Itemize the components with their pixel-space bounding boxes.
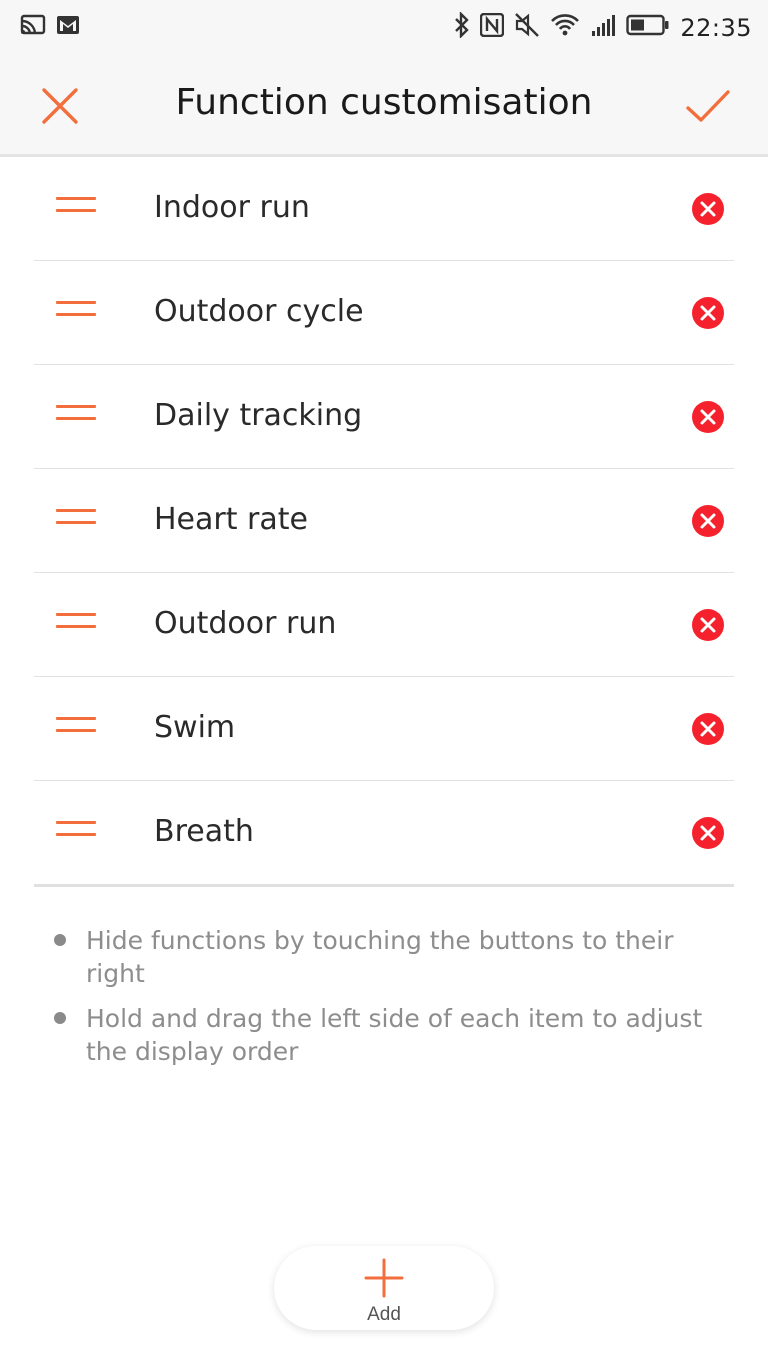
cast-icon [20, 14, 46, 41]
plus-icon [364, 1258, 404, 1298]
nfc-icon [480, 12, 505, 42]
remove-icon [692, 297, 724, 329]
battery-icon [626, 13, 670, 42]
remove-button[interactable] [692, 609, 724, 641]
function-label: Breath [154, 814, 254, 849]
remove-button[interactable] [692, 713, 724, 745]
list-item: Outdoor cycle [34, 261, 734, 365]
remove-icon [692, 609, 724, 641]
app-header: Function customisation [0, 54, 768, 157]
hint-text: Hold and drag the left side of each item… [86, 1004, 703, 1066]
list-item: Daily tracking [34, 365, 734, 469]
wifi-icon [550, 13, 580, 42]
bullet-icon [54, 1012, 66, 1024]
confirm-button[interactable] [684, 82, 732, 130]
function-label: Outdoor cycle [154, 294, 364, 329]
page-title: Function customisation [175, 82, 593, 123]
remove-button[interactable] [692, 505, 724, 537]
remove-icon [692, 401, 724, 433]
mute-icon [514, 12, 540, 43]
function-label: Swim [154, 710, 236, 745]
drag-handle-icon[interactable] [56, 613, 96, 633]
hint-item: Hold and drag the left side of each item… [52, 1002, 712, 1068]
remove-icon [692, 193, 724, 225]
drag-handle-icon[interactable] [56, 821, 96, 841]
gmail-icon [56, 15, 80, 40]
signal-icon [590, 13, 616, 42]
list-item: Swim [34, 677, 734, 781]
function-label: Daily tracking [154, 398, 363, 433]
remove-icon [692, 817, 724, 849]
remove-icon [692, 713, 724, 745]
list-item: Indoor run [34, 157, 734, 261]
remove-button[interactable] [692, 297, 724, 329]
status-bar: 22:35 [0, 0, 768, 54]
checkmark-icon [684, 90, 732, 134]
add-label: Add [367, 1304, 401, 1325]
function-label: Heart rate [154, 502, 308, 537]
remove-button[interactable] [692, 193, 724, 225]
hint-text: Hide functions by touching the buttons t… [86, 926, 674, 988]
bluetooth-icon [454, 11, 470, 43]
drag-handle-icon[interactable] [56, 509, 96, 529]
list-item: Heart rate [34, 469, 734, 573]
clock-time: 22:35 [680, 13, 752, 42]
hint-item: Hide functions by touching the buttons t… [52, 924, 712, 990]
list-item: Outdoor run [34, 573, 734, 677]
remove-button[interactable] [692, 401, 724, 433]
drag-handle-icon[interactable] [56, 197, 96, 217]
list-item: Breath [34, 781, 734, 887]
drag-handle-icon[interactable] [56, 717, 96, 737]
drag-handle-icon[interactable] [56, 405, 96, 425]
add-button[interactable]: Add [274, 1246, 494, 1330]
hint-list: Hide functions by touching the buttons t… [52, 924, 712, 1080]
bullet-icon [54, 934, 66, 946]
function-label: Outdoor run [154, 606, 337, 641]
drag-handle-icon[interactable] [56, 301, 96, 321]
remove-button[interactable] [692, 817, 724, 849]
remove-icon [692, 505, 724, 537]
function-list: Indoor run Outdoor cycle Daily tracking [34, 157, 734, 887]
function-label: Indoor run [154, 190, 310, 225]
